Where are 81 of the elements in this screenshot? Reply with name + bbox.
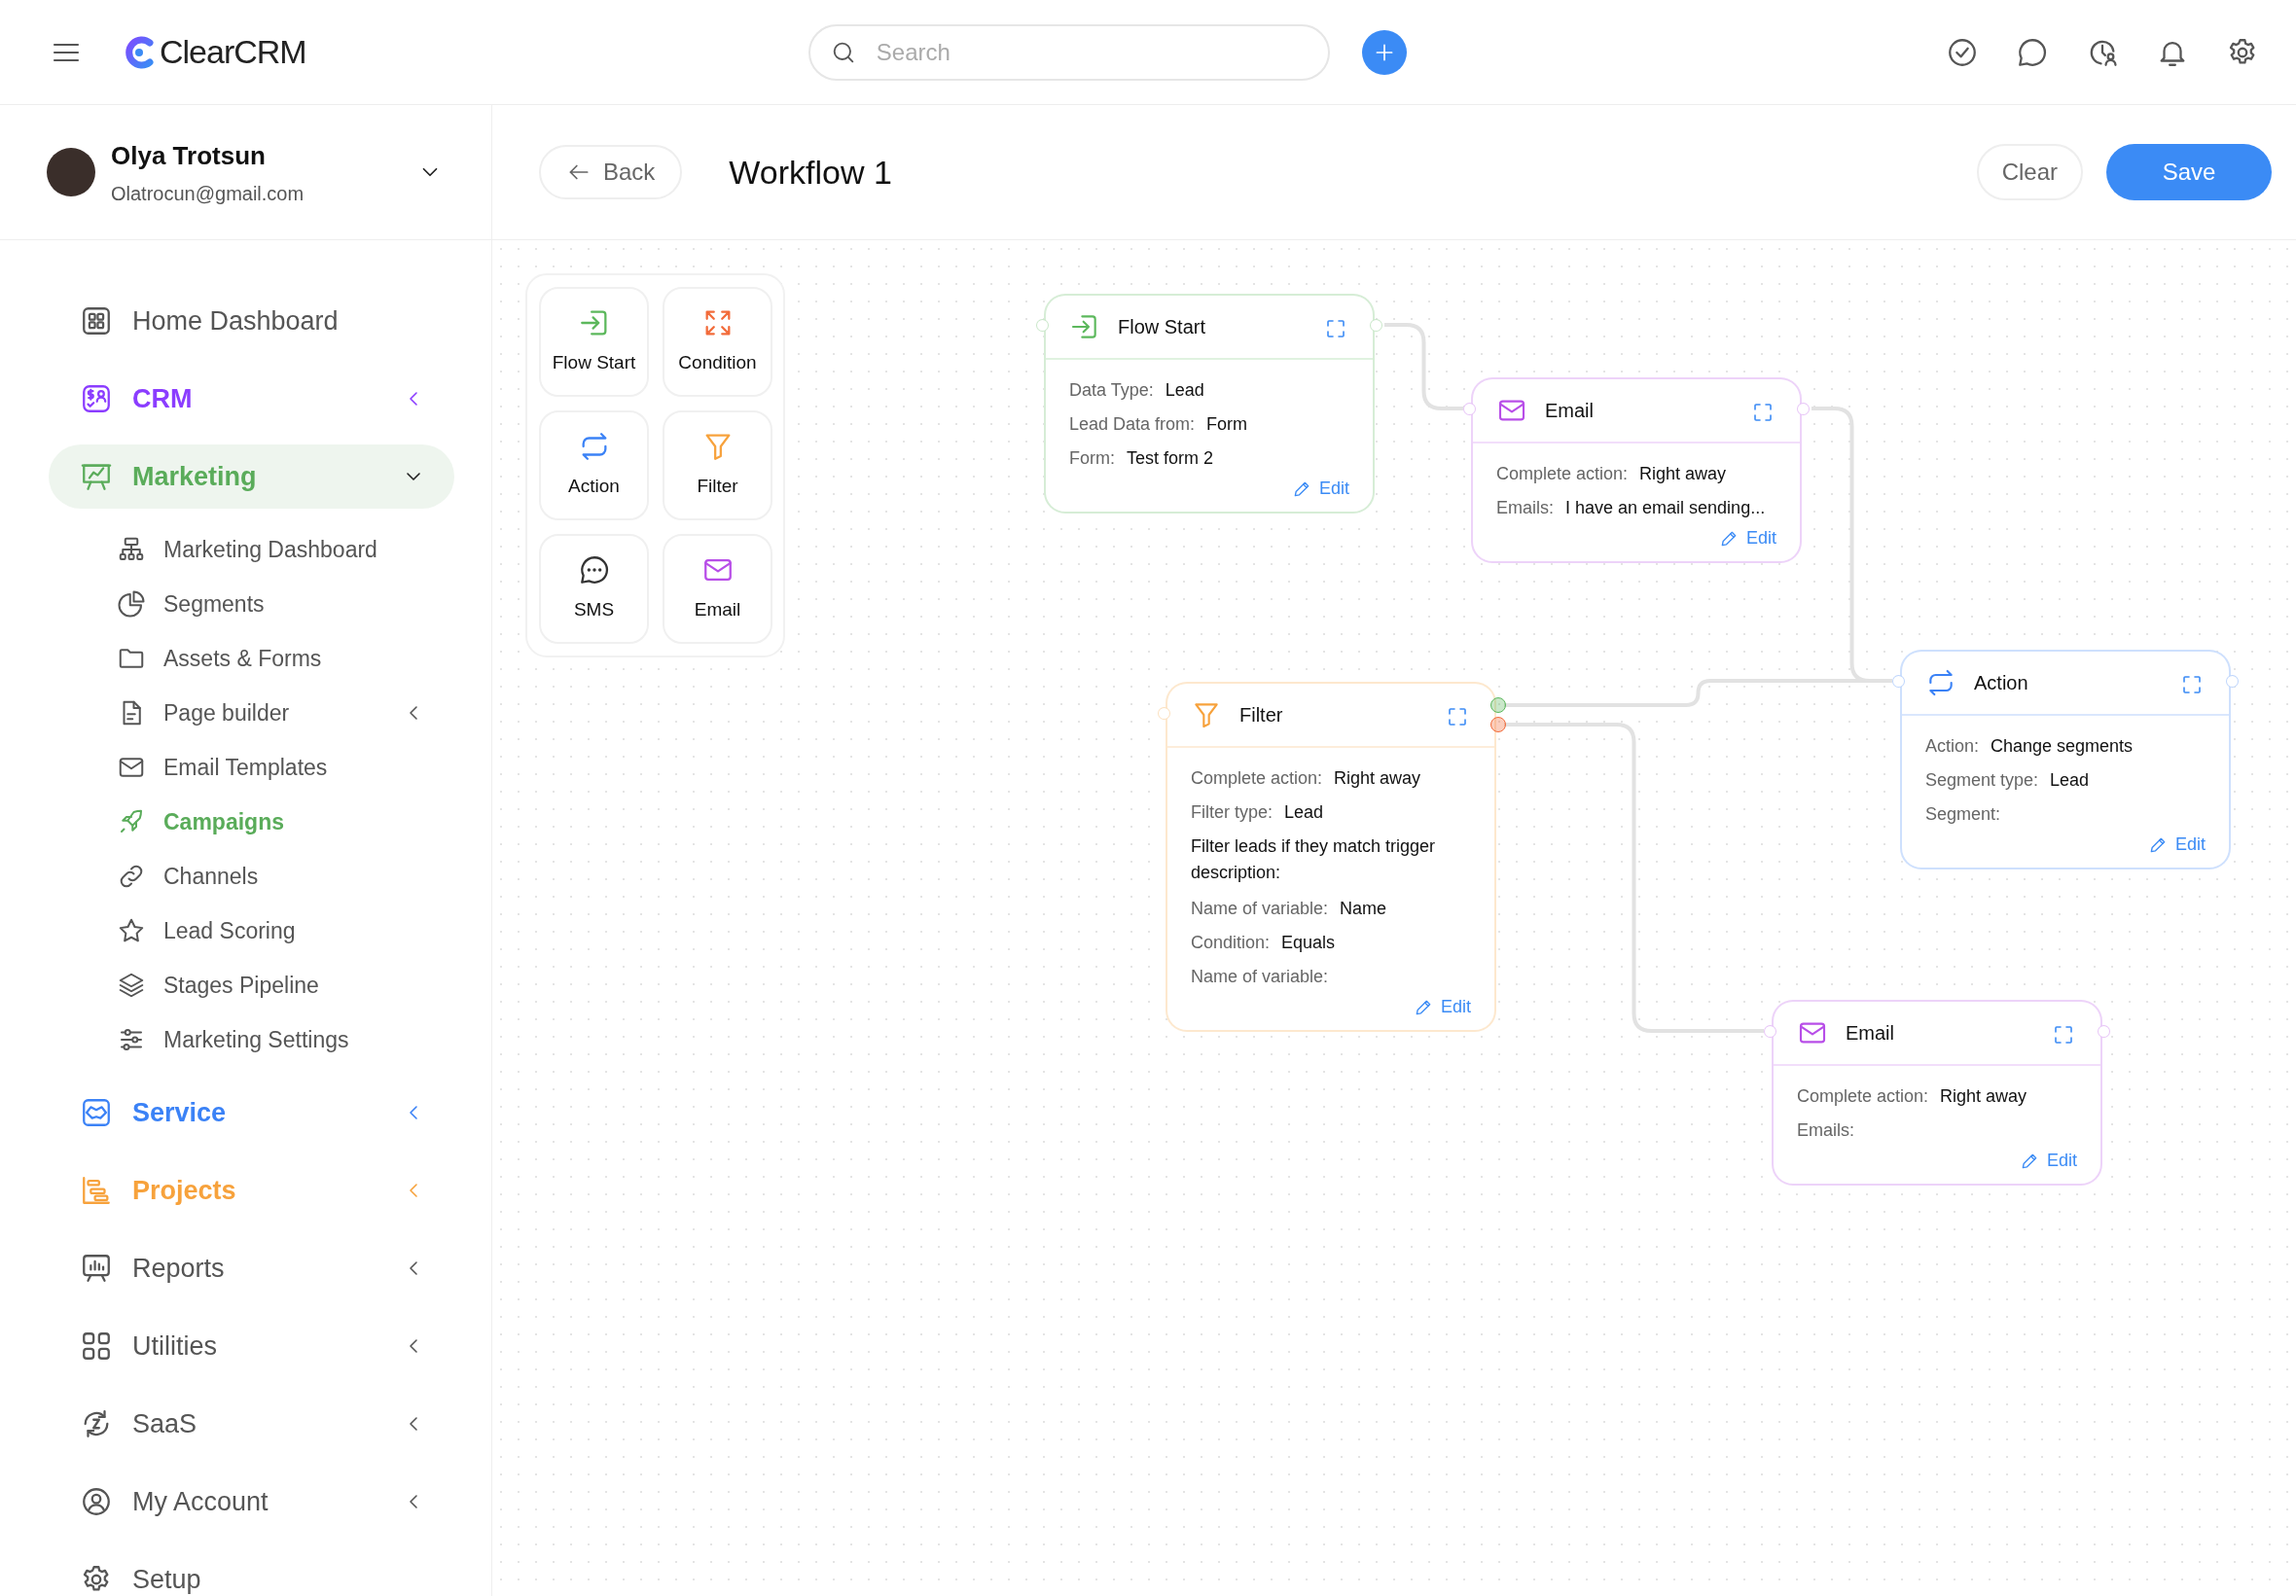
- submenu-item[interactable]: Marketing Dashboard: [117, 522, 454, 577]
- gantt-chart-icon: [80, 1174, 113, 1207]
- field-value: Equals: [1281, 932, 1336, 954]
- sidebar-item[interactable]: Service: [49, 1081, 454, 1145]
- sidebar-item[interactable]: SaaS: [49, 1392, 454, 1456]
- submenu-item[interactable]: Channels: [117, 849, 454, 904]
- search-field[interactable]: Search: [807, 23, 1330, 81]
- field-value: Lead: [2050, 769, 2090, 792]
- field-label: Lead Data from:: [1069, 413, 1196, 436]
- submenu-item[interactable]: Marketing Settings: [117, 1012, 454, 1067]
- workflow-node[interactable]: Filter Complete action: Right away Filter type: Lead Filter leads if they match trigger description: Name of variable: Name Condition: Equals Name of variable: Edit: [1166, 682, 1496, 1032]
- workflow-node[interactable]: Action Action: Change segments Segment type: Lead Segment: Edit: [1900, 650, 2231, 869]
- node-title: Filter: [1239, 703, 1283, 727]
- workflow-title: Workflow 1: [729, 152, 892, 193]
- brand-name: ClearCRM: [160, 32, 306, 72]
- field-label: Segment:: [1925, 803, 2001, 826]
- dashboard-grid-icon: [80, 304, 113, 337]
- field-value: Name: [1340, 898, 1387, 920]
- field-value: Change segments: [1991, 735, 2134, 758]
- field-label: Segment type:: [1925, 769, 2039, 792]
- field-label: Form:: [1069, 447, 1115, 470]
- people-dollar-icon: [80, 382, 113, 415]
- node-title: Flow Start: [1118, 315, 1206, 339]
- clear-button[interactable]: Clear: [1976, 144, 2083, 200]
- field-value: Lead: [1165, 379, 1204, 402]
- user-name: Olya Trotsun: [111, 139, 267, 172]
- field-label: Action:: [1925, 735, 1980, 758]
- filter-description: Filter leads if they match trigger description:: [1191, 835, 1437, 884]
- field-label: Data Type:: [1069, 379, 1154, 402]
- field-value: Right away: [1940, 1085, 2027, 1108]
- submenu-item[interactable]: Email Templates: [117, 740, 454, 795]
- submenu-item[interactable]: Stages Pipeline: [117, 958, 454, 1012]
- field-label: Complete action:: [1191, 767, 1323, 790]
- field-value: I have an email sending...: [1565, 497, 1766, 519]
- output-handle[interactable]: [1490, 697, 1506, 713]
- sidebar-item[interactable]: Home Dashboard: [49, 289, 454, 353]
- avatar: [47, 148, 95, 196]
- field-value: Right away: [1639, 463, 1727, 485]
- node-title: Email: [1545, 399, 1594, 423]
- field-value: Form: [1206, 413, 1248, 436]
- sidebar-item[interactable]: My Account: [49, 1470, 454, 1534]
- field-value: Test form 2: [1127, 447, 1214, 470]
- field-value: Right away: [1334, 767, 1421, 790]
- sidebar-item[interactable]: CRM: [49, 367, 454, 431]
- field-label: Name of variable:: [1191, 966, 1329, 988]
- field-label: Emails:: [1496, 497, 1554, 519]
- node-title: Action: [1974, 671, 2028, 695]
- palette-tile[interactable]: Email: [663, 534, 772, 644]
- pie-chart-icon: [117, 589, 146, 619]
- submenu-item[interactable]: Lead Scoring: [117, 904, 454, 958]
- sidebar-item[interactable]: Utilities: [49, 1314, 454, 1378]
- user-email: Olatrocun@gmail.com: [111, 181, 305, 206]
- submenu-item[interactable]: Page builder: [117, 686, 454, 740]
- palette-tile[interactable]: Flow Start: [539, 287, 649, 397]
- field-value: Lead: [1284, 801, 1324, 824]
- field-label: Complete action:: [1797, 1085, 1929, 1108]
- submenu-item[interactable]: Segments: [117, 577, 454, 631]
- user-circle-icon: [80, 1485, 113, 1518]
- field-label: Condition:: [1191, 932, 1271, 954]
- palette-tile[interactable]: Condition: [663, 287, 772, 397]
- field-label: Complete action:: [1496, 463, 1629, 485]
- sidebar-item[interactable]: Reports: [49, 1236, 454, 1300]
- palette-tile[interactable]: Filter: [663, 410, 772, 520]
- back-button[interactable]: Back: [539, 145, 683, 199]
- field-label: Name of variable:: [1191, 898, 1329, 920]
- layers-icon: [117, 971, 146, 1000]
- output-handle[interactable]: [1490, 717, 1506, 732]
- grid-check-icon: [80, 1330, 113, 1363]
- field-label: Filter type:: [1191, 801, 1274, 824]
- handshake-icon: [80, 1096, 113, 1129]
- submenu-item[interactable]: Assets & Forms: [117, 631, 454, 686]
- field-label: Emails:: [1797, 1119, 1854, 1142]
- node-title: Email: [1846, 1021, 1894, 1046]
- palette-tile[interactable]: Action: [539, 410, 649, 520]
- workflow-node[interactable]: Email Complete action: Right away Emails: I have an email sending... Edit: [1471, 377, 1802, 563]
- palette-tile[interactable]: SMS: [539, 534, 649, 644]
- sidebar-item[interactable]: Setup: [49, 1547, 454, 1596]
- workflow-node[interactable]: Flow Start Data Type: Lead Lead Data from: Form Form: Test form 2 Edit: [1044, 294, 1375, 514]
- logo-icon: [123, 34, 156, 70]
- workflow-node[interactable]: Email Complete action: Right away Emails: Edit: [1772, 1000, 2102, 1186]
- bar-chart-board-icon: [80, 1252, 113, 1285]
